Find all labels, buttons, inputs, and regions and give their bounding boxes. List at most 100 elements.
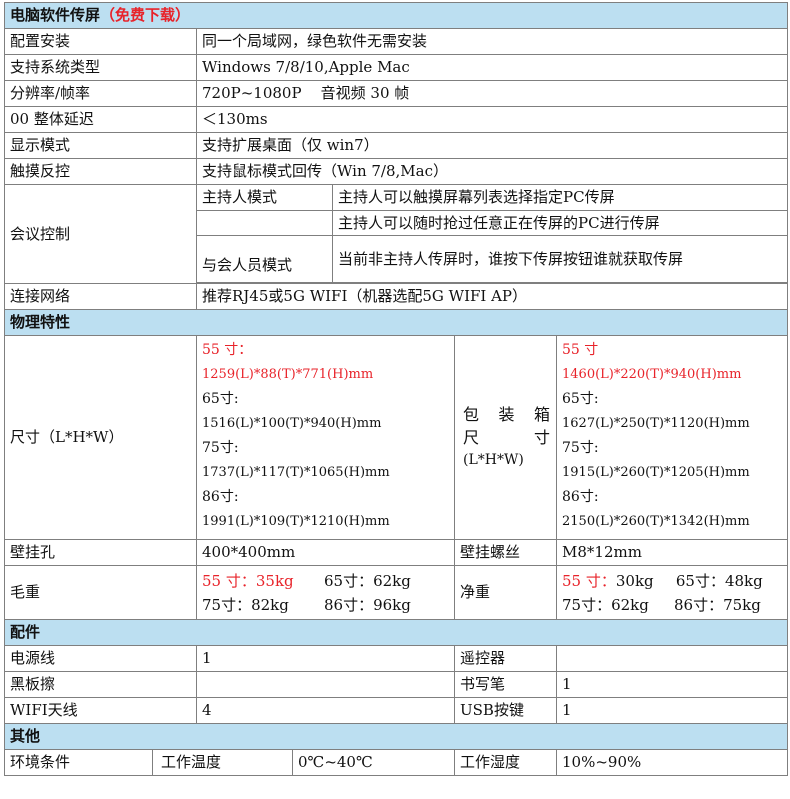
row-value: 推荐RJ45或5G WIFI（机器选配5G WIFI AP） [195, 283, 789, 310]
humidity-label: 工作湿度 [454, 749, 557, 776]
row-accessory: 黑板擦 书写笔 1 [4, 671, 789, 698]
package-char-5: 寸 [533, 428, 550, 447]
row-meeting-host-1: 会议控制 主持人模式 主持人可以触摸屏幕列表选择指定PC传屏 [4, 184, 789, 284]
net-75: 75寸：62kg [562, 595, 649, 614]
package-char-2: 装 [498, 405, 515, 424]
net-55-val: 30kg [615, 571, 654, 590]
mount-screw-label: 壁挂螺丝 [454, 539, 557, 566]
gross-86: 86寸：96kg [324, 595, 411, 614]
row-display: 显示模式 支持扩展桌面（仅 win7） [4, 132, 789, 159]
section-title-note: （免费下载） [100, 6, 191, 24]
host-mode-empty [196, 210, 333, 236]
section-title-text: 电脑软件传屏 [10, 6, 101, 24]
pkg-55-dims: 1460(L)*220(T)*940(H)mm [562, 366, 742, 382]
row-label: 触摸反控 [4, 158, 197, 185]
section-physical: 物理特性 [3, 309, 789, 336]
row-value: 支持鼠标模式回传（Win 7/8,Mac） [195, 158, 789, 185]
row-os: 支持系统类型 Windows 7/8/10,Apple Mac [4, 54, 789, 81]
gross-55: 55 寸：35kg [202, 571, 294, 590]
row-label: 分辨率/帧率 [4, 80, 197, 107]
gross-75: 75寸：82kg [202, 595, 289, 614]
row-label: 显示模式 [4, 132, 197, 159]
package-label: 包装箱 尺 寸 (L*H*W) [454, 335, 557, 540]
temp-value: 0℃~40℃ [292, 749, 455, 776]
acc-label-2: 遥控器 [454, 645, 557, 672]
size-75-name: 75寸: [202, 440, 239, 456]
pkg-75-name: 75寸: [562, 440, 599, 456]
net-86: 86寸：75kg [674, 595, 761, 614]
acc-value-2: 1 [555, 697, 789, 724]
pkg-65-name: 65寸: [562, 391, 599, 407]
gross-label: 毛重 [4, 565, 197, 620]
row-value: Windows 7/8/10,Apple Mac [195, 54, 789, 81]
row-install: 配置安装 同一个局域网，绿色软件无需安装 [4, 28, 789, 55]
humidity-value: 10%~90% [555, 749, 789, 776]
acc-value-1 [196, 671, 455, 698]
package-char-1: 包 [463, 405, 480, 424]
spec-table: 电脑软件传屏（免费下载） 配置安装 同一个局域网，绿色软件无需安装 支持系统类型… [3, 2, 789, 776]
pkg-86-name: 86寸: [562, 489, 599, 505]
spec-sheet: 电脑软件传屏（免费下载） 配置安装 同一个局域网，绿色软件无需安装 支持系统类型… [3, 2, 789, 776]
net-label: 净重 [454, 565, 557, 620]
row-value: ＜130ms [195, 106, 789, 133]
mount-screw-value: M8*12mm [555, 539, 789, 566]
row-value: 同一个局域网，绿色软件无需安装 [195, 28, 789, 55]
acc-label-1: WIFI天线 [4, 697, 197, 724]
row-mount: 壁挂孔 400*400mm 壁挂螺丝 M8*12mm [4, 539, 789, 566]
row-resolution: 分辨率/帧率 720P~1080P 音视频 30 帧 [4, 80, 789, 107]
section-accessories: 配件 [3, 619, 789, 646]
acc-value-2 [555, 645, 789, 672]
row-label: 连接网络 [4, 283, 197, 310]
pkg-65-dims: 1627(L)*250(T)*1120(H)mm [562, 415, 750, 431]
row-value: 支持扩展桌面（仅 win7） [195, 132, 789, 159]
acc-value-1: 1 [196, 645, 455, 672]
temp-label: 工作温度 [152, 749, 293, 776]
row-environment: 环境条件 工作温度 0℃~40℃ 工作湿度 10%~90% [4, 749, 789, 776]
size-86-dims: 1991(L)*109(T)*1210(H)mm [202, 513, 390, 529]
row-touch: 触摸反控 支持鼠标模式回传（Win 7/8,Mac） [4, 158, 789, 185]
participant-desc: 当前非主持人传屏时，谁按下传屏按钮谁就获取传屏 [331, 235, 789, 283]
package-values: 55 寸 1460(L)*220(T)*940(H)mm 65寸: 1627(L… [555, 335, 789, 540]
net-values: 55 寸：30kg 65寸：48kg 75寸：62kg 86寸：75kg [555, 565, 789, 620]
acc-value-1: 4 [196, 697, 455, 724]
package-char-6: (L*H*W) [463, 452, 524, 468]
acc-value-2: 1 [555, 671, 789, 698]
row-latency: 00 整体延迟 ＜130ms [4, 106, 789, 133]
section-title: 其他 [3, 723, 789, 750]
pkg-86-dims: 2150(L)*260(T)*1342(H)mm [562, 513, 750, 529]
participant-mode-label: 与会人员模式 [196, 235, 333, 283]
size-86-name: 86寸: [202, 489, 239, 505]
acc-label-2: 书写笔 [454, 671, 557, 698]
acc-label-2: USB按键 [454, 697, 557, 724]
host-desc-1: 主持人可以触摸屏幕列表选择指定PC传屏 [331, 184, 789, 211]
mount-hole-value: 400*400mm [196, 539, 455, 566]
row-accessory: 电源线 1 遥控器 [4, 645, 789, 672]
acc-label-1: 黑板擦 [4, 671, 197, 698]
row-label: 配置安装 [4, 28, 197, 55]
package-char-3: 箱 [533, 405, 550, 424]
size-values: 55 寸： 1259(L)*88(T)*771(H)mm 65寸: 1516(L… [196, 335, 455, 540]
section-title: 电脑软件传屏（免费下载） [3, 2, 789, 29]
meeting-label: 会议控制 [4, 184, 197, 284]
row-label: 00 整体延迟 [4, 106, 197, 133]
pkg-55-name: 55 寸 [562, 342, 599, 358]
mount-hole-label: 壁挂孔 [4, 539, 197, 566]
row-value: 720P~1080P 音视频 30 帧 [195, 80, 789, 107]
net-55: 55 寸： [562, 571, 616, 590]
host-desc-2: 主持人可以随时抢过任意正在传屏的PC进行传屏 [331, 210, 789, 236]
section-title: 配件 [3, 619, 789, 646]
net-65: 65寸：48kg [675, 571, 763, 590]
size-75-dims: 1737(L)*117(T)*1065(H)mm [202, 464, 390, 480]
gross-65: 65寸：62kg [324, 571, 411, 590]
size-55-dims: 1259(L)*88(T)*771(H)mm [202, 366, 374, 382]
size-label: 尺寸（L*H*W） [4, 335, 197, 540]
row-label: 支持系统类型 [4, 54, 197, 81]
row-size: 尺寸（L*H*W） 55 寸： 1259(L)*88(T)*771(H)mm 6… [4, 335, 789, 540]
row-weight: 毛重 55 寸：35kg 65寸：62kg 75寸：82kg 86寸：96kg 净重… [4, 565, 789, 620]
package-char-4: 尺 [463, 428, 480, 447]
row-network: 连接网络 推荐RJ45或5G WIFI（机器选配5G WIFI AP） [4, 283, 789, 310]
section-other: 其他 [3, 723, 789, 750]
size-55-name: 55 寸： [202, 342, 253, 358]
section-title: 物理特性 [3, 309, 789, 336]
section-software: 电脑软件传屏（免费下载） [3, 2, 789, 29]
